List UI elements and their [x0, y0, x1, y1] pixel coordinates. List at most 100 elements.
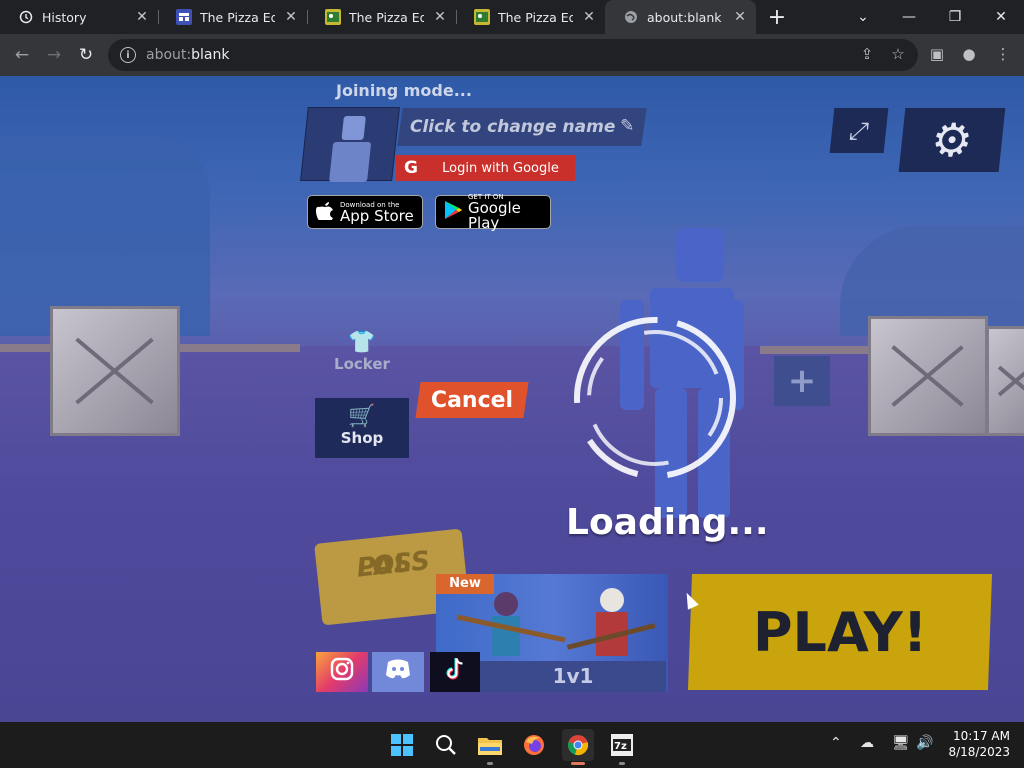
- crate: [50, 306, 180, 436]
- app-store-button[interactable]: Download on the App Store: [307, 195, 423, 229]
- loading-spinner-icon: [574, 317, 736, 479]
- site-favicon: [176, 9, 192, 25]
- tab-title: The Pizza Edition: [200, 9, 275, 25]
- tab-title: The Pizza Edition: [349, 9, 424, 25]
- firefox-button[interactable]: [518, 729, 550, 761]
- close-tab-icon[interactable]: ✕: [134, 9, 150, 25]
- file-explorer-button[interactable]: [474, 729, 506, 765]
- url-scheme: about:: [146, 47, 192, 63]
- running-indicator: [487, 762, 493, 765]
- site-favicon: [474, 9, 490, 25]
- google-play-big-text: Google Play: [468, 199, 521, 232]
- browser-toolbar: ← → ↻ i about: blank ⇪ ☆ ▣ ● ⋮: [0, 34, 1024, 76]
- windows-taskbar: 7z ⌃ ☁ 🖥 🔊 10:17 AM 8/18/2023: [0, 722, 1024, 768]
- tab-pizza-2[interactable]: The Pizza Edition ✕: [307, 0, 456, 34]
- url-host: blank: [191, 47, 230, 63]
- clock-date: 8/18/2023: [948, 745, 1010, 759]
- site-favicon: [325, 9, 341, 25]
- 7zip-button[interactable]: 7z: [606, 729, 638, 765]
- game-canvas[interactable]: Joining mode... Click to change name ✎ G…: [0, 76, 1024, 722]
- site-info-icon[interactable]: i: [120, 47, 136, 63]
- crate: [868, 316, 988, 436]
- network-icon[interactable]: 🖥: [892, 735, 910, 751]
- close-tab-icon[interactable]: ✕: [432, 9, 448, 25]
- cart-icon: 🛒: [348, 404, 376, 429]
- forward-button[interactable]: →: [40, 41, 68, 69]
- lol-pass-text: LOL PASS: [335, 546, 431, 584]
- change-name-field[interactable]: Click to change name ✎: [397, 108, 647, 146]
- shop-button[interactable]: 🛒 Shop: [315, 398, 409, 458]
- globe-icon: [623, 9, 639, 25]
- close-tab-icon[interactable]: ✕: [732, 9, 748, 25]
- clock-time: 10:17 AM: [953, 729, 1010, 743]
- google-play-button[interactable]: GET IT ON Google Play: [435, 193, 551, 232]
- settings-button[interactable]: ⚙: [898, 108, 1006, 172]
- locker-label: Locker: [334, 355, 390, 373]
- shop-label: Shop: [340, 429, 384, 447]
- chrome-button[interactable]: [562, 729, 594, 765]
- locker-button[interactable]: 👕 Locker: [334, 330, 390, 373]
- close-tab-icon[interactable]: ✕: [581, 9, 597, 25]
- google-play-icon: [444, 200, 462, 225]
- expand-icon: ⤢: [847, 116, 871, 145]
- running-indicator: [571, 762, 585, 765]
- side-panel-icon[interactable]: ▣: [924, 41, 950, 67]
- chrome-icon: [568, 735, 589, 756]
- discord-icon: [385, 658, 411, 686]
- svg-text:7z: 7z: [614, 741, 627, 752]
- cancel-label: Cancel: [430, 387, 514, 413]
- mode-1v1-label[interactable]: 1v1: [480, 661, 666, 692]
- menu-kebab-icon[interactable]: ⋮: [990, 41, 1016, 67]
- google-login-button[interactable]: G Login with Google: [396, 155, 575, 181]
- reload-button[interactable]: ↻: [72, 41, 100, 69]
- tab-pizza-3[interactable]: The Pizza Edition ✕: [456, 0, 605, 34]
- tab-search-icon[interactable]: ⌄: [840, 0, 886, 34]
- tab-history[interactable]: History ✕: [0, 0, 158, 34]
- profile-icon[interactable]: ●: [956, 41, 982, 67]
- name-placeholder: Click to change name: [410, 117, 616, 137]
- address-bar[interactable]: i about: blank: [108, 39, 918, 71]
- volume-icon[interactable]: 🔊: [916, 735, 933, 751]
- close-tab-icon[interactable]: ✕: [283, 9, 299, 25]
- tab-title: about:blank: [647, 9, 722, 25]
- pencil-icon: ✎: [619, 116, 635, 136]
- bookmark-star-icon[interactable]: ☆: [885, 41, 911, 67]
- onedrive-offline-icon[interactable]: ☁: [860, 735, 874, 751]
- shirt-icon: 👕: [348, 330, 376, 355]
- windows-icon: [391, 734, 413, 756]
- google-icon: G: [404, 158, 418, 178]
- tray-overflow-icon[interactable]: ⌃: [830, 735, 842, 751]
- share-icon[interactable]: ⇪: [854, 41, 880, 67]
- new-tab-button[interactable]: +: [764, 4, 790, 30]
- start-button[interactable]: [386, 729, 418, 761]
- loading-text: Loading...: [566, 502, 769, 543]
- player-avatar[interactable]: [300, 107, 400, 182]
- play-button[interactable]: PLAY!: [687, 574, 993, 690]
- back-button[interactable]: ←: [8, 41, 36, 69]
- restore-button[interactable]: ❐: [932, 0, 978, 34]
- add-button[interactable]: +: [774, 356, 830, 406]
- gear-icon: ⚙: [928, 113, 976, 167]
- system-clock[interactable]: 10:17 AM 8/18/2023: [940, 728, 1010, 760]
- running-indicator: [619, 762, 625, 765]
- fullscreen-button[interactable]: ⤢: [829, 108, 889, 153]
- minimize-button[interactable]: —: [886, 0, 932, 34]
- close-window-button[interactable]: ✕: [978, 0, 1024, 34]
- search-button[interactable]: [430, 729, 462, 761]
- tab-pizza-1[interactable]: The Pizza Edition ✕: [158, 0, 307, 34]
- avatar-figure-icon: [329, 116, 371, 182]
- cancel-button[interactable]: Cancel: [415, 382, 529, 418]
- discord-button[interactable]: [372, 652, 424, 692]
- tiktok-button[interactable]: [430, 652, 480, 692]
- new-badge: New: [436, 574, 494, 594]
- tiktok-icon: [443, 656, 467, 688]
- plus-icon: +: [787, 361, 817, 401]
- tab-about-blank[interactable]: about:blank ✕: [605, 0, 756, 34]
- joining-mode-text: Joining mode...: [336, 81, 472, 100]
- tab-title: History: [42, 9, 87, 25]
- instagram-button[interactable]: [316, 652, 368, 692]
- apple-icon: [316, 200, 334, 225]
- robot-head: [676, 228, 724, 282]
- history-icon: [18, 9, 34, 25]
- tab-title: The Pizza Edition: [498, 9, 573, 25]
